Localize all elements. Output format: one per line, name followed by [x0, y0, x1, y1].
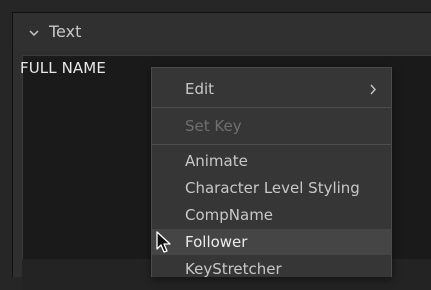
text-field-value[interactable]: FULL NAME: [20, 58, 106, 78]
menu-item-label: Edit: [185, 80, 215, 98]
menu-item-label: CompName: [185, 206, 274, 224]
context-menu: Edit Set Key Animate Character Level Sty…: [151, 67, 392, 278]
chevron-down-icon[interactable]: [28, 27, 40, 39]
menu-item-animate[interactable]: Animate: [152, 148, 391, 174]
chevron-right-icon: [369, 84, 377, 95]
menu-divider: [152, 144, 391, 145]
menu-item-label: Animate: [185, 152, 248, 170]
text-section-header[interactable]: Text: [13, 13, 431, 51]
menu-item-keystretcher[interactable]: KeyStretcher: [152, 256, 391, 282]
menu-item-label: Set Key: [185, 117, 242, 135]
menu-item-label: Character Level Styling: [185, 179, 360, 197]
menu-item-label: Follower: [185, 233, 248, 251]
menu-item-follower[interactable]: Follower: [152, 229, 391, 255]
menu-item-edit[interactable]: Edit: [152, 76, 391, 102]
menu-divider: [152, 107, 391, 108]
section-title: Text: [49, 22, 82, 41]
menu-item-compname[interactable]: CompName: [152, 202, 391, 228]
menu-item-character-level-styling[interactable]: Character Level Styling: [152, 175, 391, 201]
menu-item-set-key: Set Key: [152, 113, 391, 139]
mouse-pointer-icon: [156, 231, 174, 255]
menu-item-label: KeyStretcher: [185, 260, 282, 278]
